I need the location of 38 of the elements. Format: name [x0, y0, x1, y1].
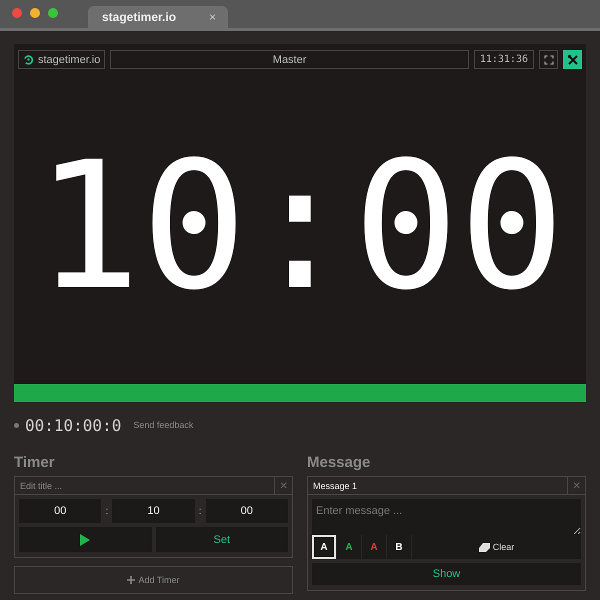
fullscreen-icon: [544, 54, 554, 64]
clock-display: 11:31:36: [474, 50, 534, 69]
set-button[interactable]: Set: [156, 527, 288, 552]
hours-field[interactable]: 00: [19, 499, 102, 523]
browser-tab[interactable]: stagetimer.io ×: [88, 6, 228, 28]
status-dot: [14, 422, 19, 428]
add-timer-button[interactable]: Add Timer: [14, 566, 293, 594]
seconds-field[interactable]: 00: [206, 499, 288, 523]
close-window-dot[interactable]: [12, 8, 22, 18]
minimize-window-dot[interactable]: [30, 8, 40, 18]
section-heading: Timer: [14, 452, 56, 472]
format-button[interactable]: A: [337, 535, 361, 559]
separator: :: [105, 506, 108, 516]
format-button[interactable]: A: [312, 535, 336, 559]
eraser-icon: [478, 542, 490, 552]
maximize-window-dot[interactable]: [48, 8, 58, 18]
plus-icon: [127, 576, 136, 584]
format-button[interactable]: A: [362, 535, 386, 559]
play-icon: [80, 534, 90, 546]
elapsed-time: 00:10:00:0: [25, 416, 122, 434]
minutes-field[interactable]: 10: [112, 499, 195, 523]
countdown-timer: 10:00: [35, 138, 565, 314]
tools-icon: [566, 54, 578, 66]
message-field[interactable]: Enter message ...: [312, 499, 581, 535]
room-name: Master: [110, 50, 469, 69]
format-button[interactable]: B: [387, 535, 411, 559]
tools-button[interactable]: [563, 50, 582, 69]
message-title: Message 1: [312, 480, 358, 493]
clear-button[interactable]: Clear: [412, 535, 581, 559]
logo-button[interactable]: stagetimer.io: [18, 50, 106, 69]
logo-icon: [23, 54, 34, 65]
fullscreen-button[interactable]: [539, 50, 558, 69]
tab-title: stagetimer.io: [102, 10, 176, 24]
title-field[interactable]: Edit title ...: [15, 477, 274, 494]
section-heading: Message: [307, 452, 372, 472]
separator: :: [198, 506, 202, 516]
feedback-link[interactable]: Send feedback: [133, 420, 194, 430]
show-button[interactable]: Show: [312, 563, 581, 585]
